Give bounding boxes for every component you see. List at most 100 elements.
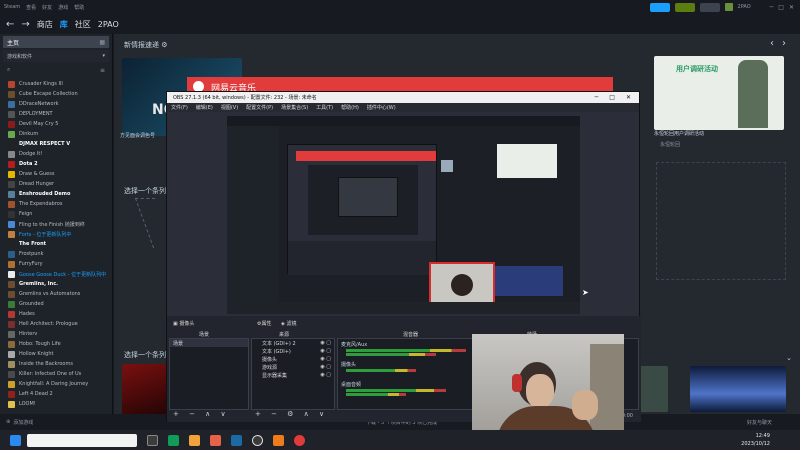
file-explorer-icon[interactable] bbox=[189, 434, 200, 446]
source-toolbar-icons[interactable]: + − ⚙ ∧ ∨ bbox=[255, 410, 328, 418]
edge-browser-icon[interactable] bbox=[168, 434, 179, 446]
obs-menu-item[interactable]: 编辑(E) bbox=[196, 104, 213, 111]
windows-start-icon[interactable] bbox=[10, 434, 21, 446]
source-item[interactable]: 文本 (GDI+) ◉ ▢ bbox=[252, 347, 334, 355]
game-list-item[interactable]: Knightfall: A Daring Journey bbox=[0, 379, 112, 389]
game-list-item[interactable]: Dota 2 bbox=[0, 159, 112, 169]
game-list-item[interactable]: Hollow Knight bbox=[0, 349, 112, 359]
nav-store[interactable]: 商店 bbox=[37, 19, 53, 30]
grid-view-icon[interactable]: ▦ bbox=[99, 39, 105, 46]
game-list-item[interactable]: Cube Escape Collection bbox=[0, 89, 112, 99]
close-icon[interactable]: ✕ bbox=[626, 94, 631, 101]
game-list-item[interactable]: Hell Architect: Prologue bbox=[0, 319, 112, 329]
nav-profile[interactable]: 2PAO bbox=[98, 20, 119, 29]
scene-toolbar-icons[interactable]: + − ∧ ∨ bbox=[173, 410, 230, 418]
obs-menu-item[interactable]: 文件(F) bbox=[171, 104, 188, 111]
visibility-lock-icon[interactable]: ◉ ▢ bbox=[320, 372, 331, 378]
taskbar-clock[interactable]: 12:49 2023/10/12 bbox=[741, 432, 770, 448]
game-list-item[interactable]: Hinterv bbox=[0, 329, 112, 339]
visibility-lock-icon[interactable]: ◉ ▢ bbox=[320, 348, 331, 354]
game-list-item[interactable]: Goose Goose Duck - 位于更新队列中 bbox=[0, 269, 112, 279]
source-item[interactable]: 摄像头 ◉ ▢ bbox=[252, 355, 334, 363]
source-item[interactable]: 文本 (GDI+) 2 ◉ ▢ bbox=[252, 339, 334, 347]
taskbar-search-box[interactable] bbox=[27, 433, 137, 447]
scene-item[interactable]: 场景 bbox=[170, 339, 248, 347]
game-list-item[interactable]: Killer: Infected One of Us bbox=[0, 369, 112, 379]
select-category-1[interactable]: 选择一个条列 bbox=[124, 186, 166, 196]
game-list-item[interactable]: Feign bbox=[0, 209, 112, 219]
sidebar-search[interactable]: ⌕ ≡ bbox=[3, 65, 109, 75]
notifications-button[interactable] bbox=[674, 2, 695, 12]
friends-button[interactable] bbox=[699, 2, 720, 12]
friends-chat-button[interactable]: 好友与聊天 bbox=[747, 419, 772, 426]
game-list-item[interactable]: The Front bbox=[0, 239, 112, 249]
source-item[interactable]: 游戏源 ◉ ▢ bbox=[252, 363, 334, 371]
collapse-icon[interactable]: ⌄ bbox=[786, 354, 792, 362]
filter-icon[interactable]: ≡ bbox=[100, 67, 105, 74]
gear-icon[interactable]: ⚙ bbox=[161, 41, 167, 49]
game-list-item[interactable]: Dinkum bbox=[0, 129, 112, 139]
properties-button[interactable]: ⚙属性 bbox=[257, 320, 272, 327]
minimize-icon[interactable]: ─ bbox=[595, 94, 599, 101]
app-icon[interactable] bbox=[273, 434, 284, 446]
obs-icon[interactable] bbox=[252, 434, 263, 446]
visibility-lock-icon[interactable]: ◉ ▢ bbox=[320, 364, 331, 370]
game-list-item[interactable]: Enshrouded Demo bbox=[0, 189, 112, 199]
broadcast-button[interactable] bbox=[649, 2, 670, 12]
username[interactable]: 2PAO bbox=[738, 4, 751, 10]
game-list-item[interactable]: Grounded bbox=[0, 299, 112, 309]
game-list-item[interactable]: Inside the Backrooms bbox=[0, 359, 112, 369]
game-list-item[interactable]: DJMAX RESPECT V bbox=[0, 139, 112, 149]
game-list-item[interactable]: DDraceNetwork bbox=[0, 99, 112, 109]
visibility-lock-icon[interactable]: ◉ ▢ bbox=[320, 340, 331, 346]
obs-menu-item[interactable]: 帮助(H) bbox=[341, 104, 359, 111]
game-list-item[interactable]: Dread Hunger bbox=[0, 179, 112, 189]
maximize-icon[interactable]: □ bbox=[609, 94, 615, 101]
game-list-item[interactable]: Gremlins vs Automatons bbox=[0, 289, 112, 299]
task-view-icon[interactable] bbox=[147, 434, 158, 446]
steam-icon[interactable] bbox=[231, 434, 242, 446]
avatar[interactable] bbox=[724, 3, 733, 11]
steam-menu-view[interactable]: 查看 bbox=[26, 4, 36, 11]
game-list-item[interactable]: Hades bbox=[0, 309, 112, 319]
minimize-icon[interactable]: ─ bbox=[770, 4, 774, 11]
game-list-item[interactable]: Gremlins, Inc. bbox=[0, 279, 112, 289]
filters-button[interactable]: ◈ 滤镜 bbox=[281, 320, 296, 327]
obs-menu-item[interactable]: 配置文件(P) bbox=[246, 104, 273, 111]
game-tile[interactable] bbox=[690, 366, 786, 412]
obs-menu-item[interactable]: 视图(V) bbox=[221, 104, 238, 111]
source-item[interactable]: 显示器采集 ◉ ▢ bbox=[252, 371, 334, 379]
game-list-item[interactable]: LOOM! bbox=[0, 399, 112, 409]
game-list-item[interactable]: Fling to the Finish 抛援到终 bbox=[0, 219, 112, 229]
game-list-item[interactable]: Forts - 位于更新队列中 bbox=[0, 229, 112, 239]
back-arrow-icon[interactable]: ← bbox=[6, 19, 14, 30]
game-list-item[interactable]: DEPLOYMENT bbox=[0, 109, 112, 119]
game-list-item[interactable]: Draw & Guess bbox=[0, 169, 112, 179]
maximize-icon[interactable]: □ bbox=[778, 4, 784, 11]
steam-menu-friends[interactable]: 好友 bbox=[42, 4, 52, 11]
sidebar-filter[interactable]: 游戏和软件 ▾ bbox=[3, 50, 109, 62]
nav-community[interactable]: 社区 bbox=[75, 19, 91, 30]
close-icon[interactable]: ✕ bbox=[789, 4, 794, 11]
obs-menu-item[interactable]: 插件中心(W) bbox=[367, 104, 396, 111]
app-icon[interactable] bbox=[210, 434, 221, 446]
visibility-lock-icon[interactable]: ◉ ▢ bbox=[320, 356, 331, 362]
game-list-item[interactable]: Crusader Kings III bbox=[0, 79, 112, 89]
steam-menu-steam[interactable]: Steam bbox=[4, 4, 20, 10]
game-tile[interactable] bbox=[638, 366, 668, 412]
steam-menu-games[interactable]: 游戏 bbox=[58, 4, 68, 11]
game-list-item[interactable]: FurryFury bbox=[0, 259, 112, 269]
sidebar-home[interactable]: 主页 ▦ bbox=[3, 36, 109, 48]
obs-preview[interactable] bbox=[227, 116, 580, 314]
add-game-button[interactable]: 添加游戏 bbox=[13, 419, 33, 426]
news-card-featured[interactable]: 用户调研活动 bbox=[654, 56, 784, 130]
add-game-icon[interactable]: ⊕ bbox=[6, 419, 10, 425]
game-list-item[interactable]: Dodge It! bbox=[0, 149, 112, 159]
game-list-item[interactable]: Hobo: Tough Life bbox=[0, 339, 112, 349]
shelf-prev-icon[interactable]: ‹ bbox=[770, 38, 774, 49]
shelf-next-icon[interactable]: › bbox=[782, 38, 786, 49]
select-category-2[interactable]: 选择一个条列 bbox=[124, 350, 166, 360]
forward-arrow-icon[interactable]: → bbox=[21, 19, 29, 30]
game-list-item[interactable]: Frostpunk bbox=[0, 249, 112, 259]
obs-menu-item[interactable]: 工具(T) bbox=[316, 104, 333, 111]
